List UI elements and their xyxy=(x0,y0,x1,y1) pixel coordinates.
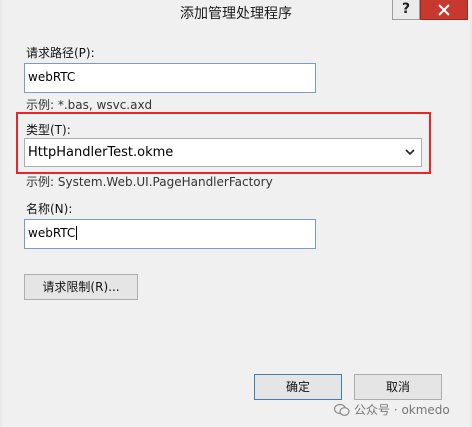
watermark-text: 公众号 · okmedo xyxy=(354,403,450,417)
request-path-value: webRTC xyxy=(28,70,76,84)
type-selected-value: HttpHandlerTest.okme xyxy=(28,145,174,160)
close-icon xyxy=(438,4,450,16)
name-input[interactable]: webRTC xyxy=(24,219,316,249)
name-label: 名称(N): xyxy=(26,202,73,216)
cancel-button[interactable]: 取消 xyxy=(354,374,442,400)
request-restrictions-button[interactable]: 请求限制(R)... xyxy=(24,274,138,300)
type-label: 类型(T): xyxy=(26,123,71,137)
request-path-input[interactable]: webRTC xyxy=(24,63,316,93)
ok-button[interactable]: 确定 xyxy=(254,374,342,400)
help-button[interactable]: ? xyxy=(392,0,420,20)
name-value: webRTC xyxy=(28,226,76,240)
watermark: 公众号 · okmedo xyxy=(334,401,450,418)
add-managed-handler-dialog: 添加管理处理程序 ? 请求路径(P): webRTC 示例: *.bas, ws… xyxy=(0,0,472,427)
request-path-label: 请求路径(P): xyxy=(26,46,95,60)
type-select[interactable]: HttpHandlerTest.okme xyxy=(24,138,422,167)
chevron-down-icon[interactable] xyxy=(405,149,415,156)
title-bar[interactable]: 添加管理处理程序 ? xyxy=(2,0,470,26)
close-button[interactable] xyxy=(420,0,468,20)
request-path-example: 示例: *.bas, wsvc.axd xyxy=(26,98,153,112)
type-example: 示例: System.Web.UI.PageHandlerFactory xyxy=(26,175,273,189)
text-caret xyxy=(76,226,78,240)
wechat-icon xyxy=(334,403,350,416)
